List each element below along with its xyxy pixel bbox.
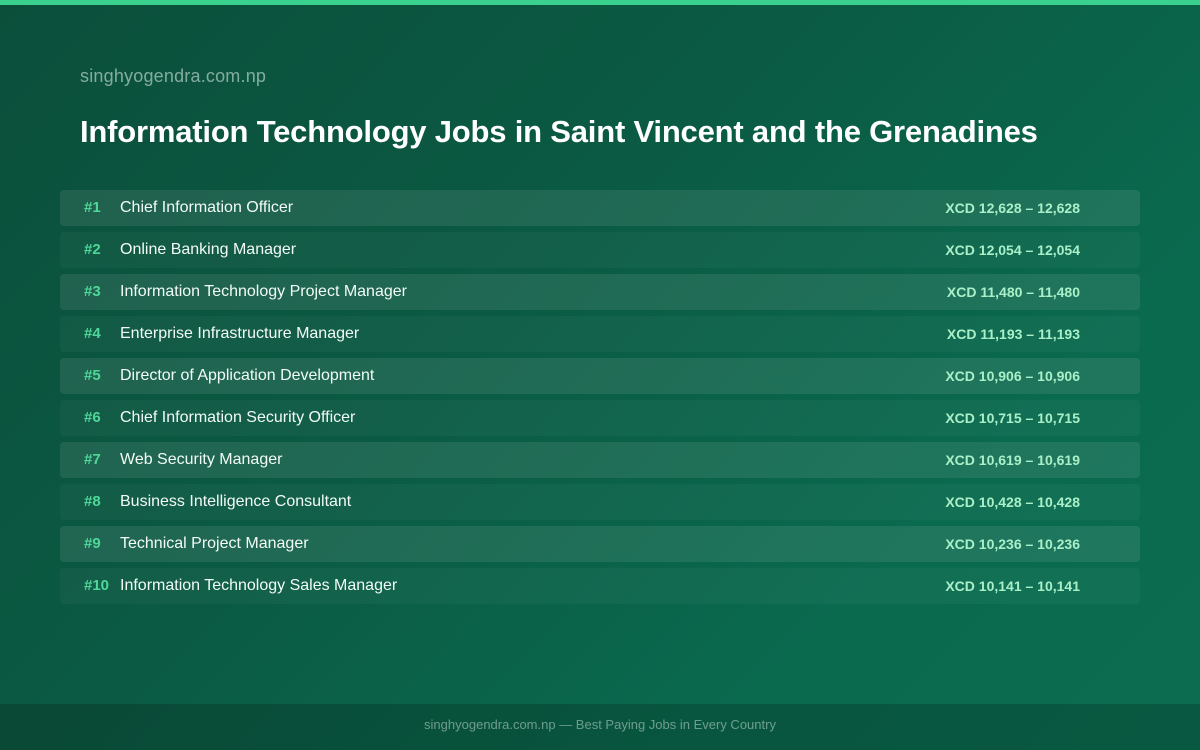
job-rank: #3 <box>84 283 101 300</box>
job-title: Information Technology Sales Manager <box>120 577 398 594</box>
job-title: Technical Project Manager <box>120 535 309 552</box>
footer-caption: singhyogendra.com.np — Best Paying Jobs … <box>0 704 1200 750</box>
job-salary: XCD 10,906 – 10,906 <box>945 368 1080 384</box>
job-salary: XCD 11,480 – 11,480 <box>946 284 1080 300</box>
top-accent-bar <box>0 0 1200 5</box>
job-row: #3 Information Technology Project Manage… <box>60 274 1140 310</box>
job-title: Enterprise Infrastructure Manager <box>120 325 360 342</box>
page-title: Information Technology Jobs in Saint Vin… <box>80 114 1038 149</box>
job-row: #2 Online Banking Manager XCD 12,054 – 1… <box>60 232 1140 268</box>
job-row: #8 Business Intelligence Consultant XCD … <box>60 484 1140 520</box>
job-rank: #8 <box>84 493 101 510</box>
job-rank: #7 <box>84 451 101 468</box>
job-title: Chief Information Officer <box>120 199 294 216</box>
job-title: Information Technology Project Manager <box>120 283 407 300</box>
job-salary: XCD 11,193 – 11,193 <box>946 326 1080 342</box>
job-rank: #4 <box>84 325 101 342</box>
job-row: #1 Chief Information Officer XCD 12,628 … <box>60 190 1140 226</box>
job-salary: XCD 10,715 – 10,715 <box>945 410 1080 426</box>
job-title: Director of Application Development <box>120 367 375 384</box>
job-rank: #9 <box>84 535 101 552</box>
job-salary: XCD 12,628 – 12,628 <box>945 200 1080 216</box>
job-row: #5 Director of Application Development X… <box>60 358 1140 394</box>
site-name: singhyogendra.com.np <box>80 66 267 86</box>
job-row: #10 Information Technology Sales Manager… <box>60 568 1140 604</box>
job-rank: #2 <box>84 241 101 258</box>
job-row: #9 Technical Project Manager XCD 10,236 … <box>60 526 1140 562</box>
job-rank: #10 <box>84 577 110 594</box>
job-row: #6 Chief Information Security Officer XC… <box>60 400 1140 436</box>
job-title: Web Security Manager <box>120 451 283 468</box>
job-title: Chief Information Security Officer <box>120 409 356 426</box>
job-salary: XCD 10,428 – 10,428 <box>945 494 1080 510</box>
job-row: #4 Enterprise Infrastructure Manager XCD… <box>60 316 1140 352</box>
job-rank: #1 <box>84 199 101 216</box>
job-rank: #6 <box>84 409 101 426</box>
job-salary: XCD 10,619 – 10,619 <box>945 452 1080 468</box>
job-title: Business Intelligence Consultant <box>120 493 352 510</box>
job-row: #7 Web Security Manager XCD 10,619 – 10,… <box>60 442 1140 478</box>
job-rank: #5 <box>84 367 101 384</box>
job-title: Online Banking Manager <box>120 241 297 258</box>
jobs-list: #1 Chief Information Officer XCD 12,628 … <box>60 190 1140 610</box>
job-salary: XCD 10,236 – 10,236 <box>945 536 1080 552</box>
job-salary: XCD 12,054 – 12,054 <box>945 242 1080 258</box>
job-salary: XCD 10,141 – 10,141 <box>945 578 1080 594</box>
